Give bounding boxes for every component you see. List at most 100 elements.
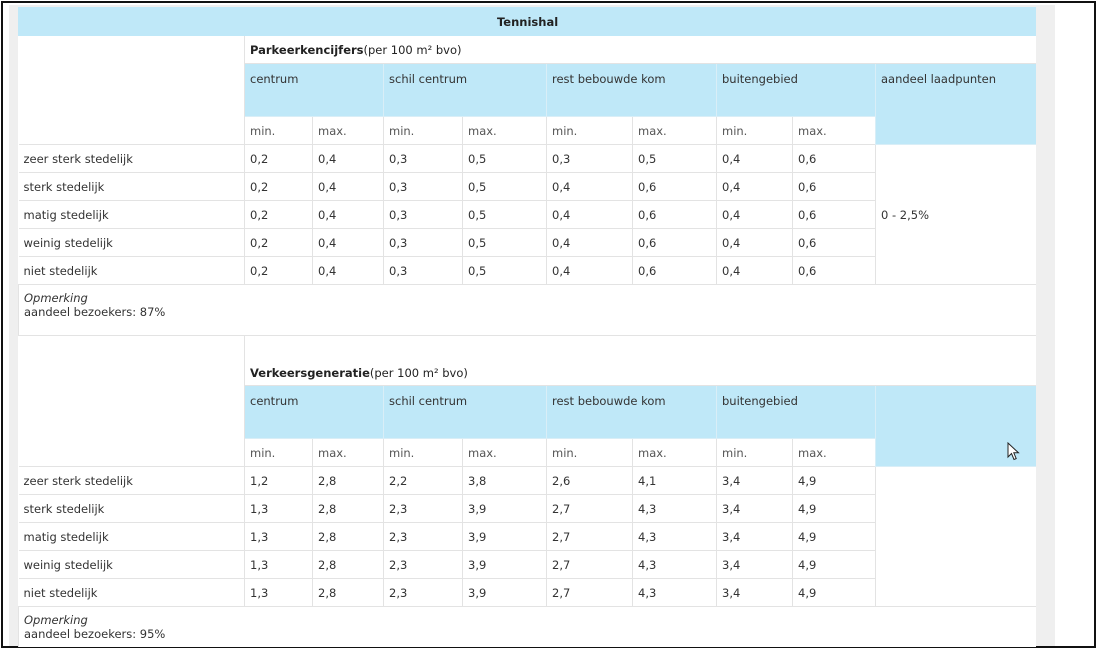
zone-header-rest: rest bebouwde kom: [546, 63, 717, 117]
min-label: min.: [244, 116, 313, 145]
value-cell: 2,7: [546, 522, 633, 551]
zone-header-schil: schil centrum: [383, 63, 547, 117]
section-title-bold: Verkeersgeneratie: [250, 366, 370, 380]
value-cell: 1,3: [244, 494, 313, 523]
section-title-bold: Parkeerkencijfers: [250, 42, 364, 57]
section-title: Parkeerkencijfers(per 100 m² bvo): [243, 35, 1036, 64]
note-row: Opmerking aandeel bezoekers: 87%: [18, 284, 1036, 336]
table-title-row: Tennishal: [18, 7, 1036, 36]
value-cell: 3,9: [462, 550, 547, 579]
value-cell: 3,9: [462, 522, 547, 551]
max-label: max.: [312, 116, 384, 145]
empty-label-cell: [18, 335, 245, 467]
row-label: sterk stedelijk: [18, 494, 245, 523]
value-cell: 3,9: [462, 494, 547, 523]
table-row: zeer sterk stedelijk 1,2 2,8 2,2 3,8 2,6 4,1 3,…: [18, 466, 1036, 607]
zone-header-rest: rest bebouwde kom: [546, 385, 717, 439]
value-cell: 0,6: [632, 228, 717, 257]
note-cell: Opmerking aandeel bezoekers: 95%: [18, 606, 1036, 647]
value-cell: 0,4: [716, 228, 793, 257]
min-label: min.: [244, 438, 313, 467]
value-cell: 0,5: [462, 256, 547, 285]
value-cell: 3,8: [462, 466, 547, 495]
empty-label-cell: [18, 35, 245, 145]
max-label: max.: [792, 116, 876, 145]
value-cell: 3,4: [716, 494, 793, 523]
value-cell: 3,4: [716, 578, 793, 607]
row-label: matig stedelijk: [18, 200, 245, 229]
max-label: max.: [792, 438, 876, 467]
value-cell: 2,3: [383, 522, 463, 551]
value-cell: 0,6: [792, 144, 876, 173]
value-cell: 0,4: [312, 200, 384, 229]
value-cell: 1,3: [244, 522, 313, 551]
row-label: zeer sterk stedelijk: [18, 466, 245, 495]
value-cell: 4,1: [632, 466, 717, 495]
min-label: min.: [383, 116, 463, 145]
max-label: max.: [462, 116, 547, 145]
value-cell: 0,3: [383, 228, 463, 257]
value-cell: 0,4: [312, 144, 384, 173]
value-cell: 2,7: [546, 578, 633, 607]
value-cell: 3,9: [462, 578, 547, 607]
value-cell: 0,4: [716, 200, 793, 229]
value-cell: 4,9: [792, 578, 876, 607]
value-cell: 3,4: [716, 550, 793, 579]
value-cell: 4,9: [792, 494, 876, 523]
value-cell: 4,3: [632, 494, 717, 523]
value-cell: 2,8: [312, 550, 384, 579]
value-cell: 0,3: [383, 144, 463, 173]
row-label: matig stedelijk: [18, 522, 245, 551]
value-cell: 0,4: [312, 172, 384, 201]
value-cell: 2,3: [383, 494, 463, 523]
value-cell: 4,9: [792, 466, 876, 495]
note-row: Opmerking aandeel bezoekers: 95%: [18, 606, 1036, 647]
max-label: max.: [632, 116, 717, 145]
value-cell: 0,3: [383, 172, 463, 201]
value-cell: 4,3: [632, 522, 717, 551]
value-cell: 0,4: [716, 256, 793, 285]
value-cell: 1,3: [244, 550, 313, 579]
value-cell: 0,6: [632, 256, 717, 285]
value-cell: 0,6: [792, 172, 876, 201]
value-cell: 2,8: [312, 522, 384, 551]
value-cell: 0,4: [546, 256, 633, 285]
note-cell: Opmerking aandeel bezoekers: 87%: [18, 284, 1036, 336]
value-cell: 2,3: [383, 550, 463, 579]
value-cell: 0,5: [462, 200, 547, 229]
empty-cell: [874, 466, 1036, 607]
value-cell: 0,4: [546, 228, 633, 257]
value-cell: 2,8: [312, 578, 384, 607]
value-cell: 0,5: [462, 144, 547, 173]
header-laadpunten: aandeel laadpunten: [874, 63, 1036, 145]
value-cell: 0,6: [632, 172, 717, 201]
note-label: Opmerking: [24, 291, 88, 305]
min-label: min.: [383, 438, 463, 467]
value-cell: 0,2: [244, 144, 313, 173]
section-title-unit: (per 100 m² bvo): [363, 42, 462, 57]
value-cell: 0,2: [244, 172, 313, 201]
value-cell: 4,9: [792, 550, 876, 579]
verkeer-data-rows: zeer sterk stedelijk 1,2 2,8 2,2 3,8 2,6 4,1 3,…: [18, 466, 1036, 607]
value-cell: 2,8: [312, 494, 384, 523]
max-label: max.: [462, 438, 547, 467]
value-cell: 1,2: [244, 466, 313, 495]
value-cell: 0,2: [244, 228, 313, 257]
row-label: niet stedelijk: [18, 256, 245, 285]
min-label: min.: [716, 438, 793, 467]
section-title-unit: (per 100 m² bvo): [369, 366, 468, 380]
value-cell: 0,6: [792, 256, 876, 285]
section-verkeer-title-row: Verkeersgeneratie(per 100 m² bvo): [18, 335, 1036, 467]
min-label: min.: [716, 116, 793, 145]
right-margin: [1055, 5, 1091, 646]
note-label: Opmerking: [24, 613, 88, 627]
value-cell: 0,4: [716, 172, 793, 201]
value-cell: 0,2: [244, 200, 313, 229]
section-title: Verkeersgeneratie(per 100 m² bvo): [243, 335, 1036, 386]
value-cell: 2,6: [546, 466, 633, 495]
value-cell: 4,3: [632, 550, 717, 579]
mouse-pointer-icon: [1007, 442, 1020, 461]
value-cell: 0,6: [792, 228, 876, 257]
parkeer-data-rows: zeer sterk stedelijk 0,2 0,4 0,3 0,5 0,3 0,5 0,…: [18, 144, 1036, 285]
table-title: Tennishal: [18, 7, 1036, 36]
